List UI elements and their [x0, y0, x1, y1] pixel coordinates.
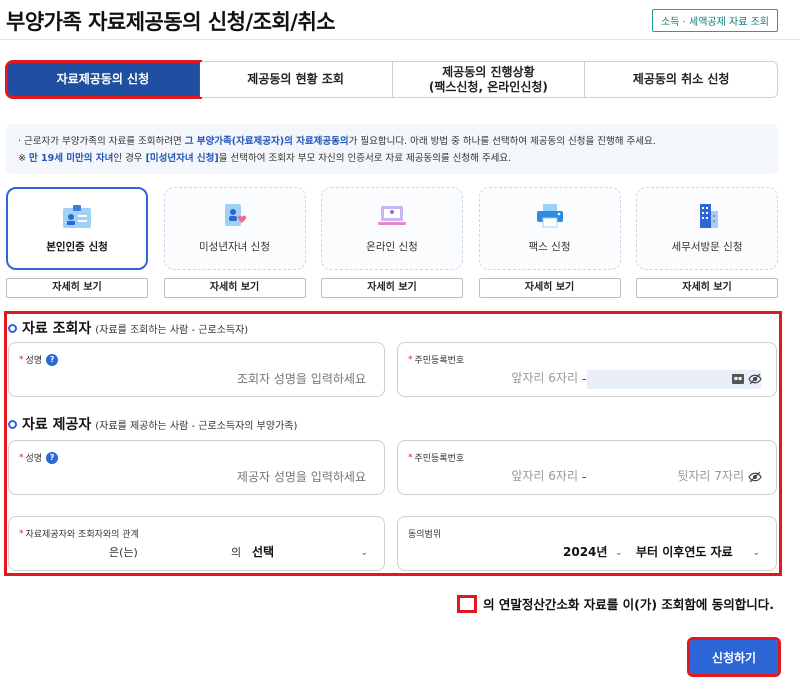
- detail-button[interactable]: 자세히 보기: [636, 278, 778, 298]
- detail-button[interactable]: 자세히 보기: [163, 278, 306, 298]
- title-divider: [0, 39, 800, 40]
- method-card[interactable]: 미성년자녀 신청: [163, 187, 306, 270]
- method-label: 온라인 신청: [366, 241, 418, 253]
- provider-name-input[interactable]: [146, 470, 366, 484]
- method-card[interactable]: 세무서방문 신청: [636, 187, 778, 270]
- method-label: 세무서방문 신청: [671, 241, 743, 253]
- field-label: 주민등록번호: [414, 454, 465, 464]
- tab-label-sub: (팩스신청, 온라인신청): [428, 79, 548, 94]
- relation-field: * 자료제공자와 조회자와의 관계 은(는) 의 선택 ⌄: [8, 516, 385, 571]
- detail-button[interactable]: 자세히 보기: [6, 278, 148, 298]
- notice-line-2: ※ 만 19세 미만의 자녀인 경우 [미성년자녀 신청]을 선택하여 조회자 …: [18, 153, 512, 164]
- child-heart-icon: [220, 203, 250, 229]
- inquirer-name-field: * 성명?: [8, 342, 385, 397]
- method-list: 본인인증 신청 자세히 보기 미성년자녀 신청 자세히 보기 온라인 신청 자세…: [6, 187, 778, 298]
- relation-select[interactable]: 선택: [252, 543, 274, 560]
- eye-off-icon[interactable]: [748, 373, 762, 385]
- ssn-dash: -: [582, 372, 587, 386]
- scope-field: 동의범위 2024년 ⌄ 부터 이후연도 자료 ⌄: [397, 516, 777, 571]
- chevron-down-icon: ⌄: [615, 548, 623, 558]
- building-icon: [692, 203, 722, 229]
- ssn-dash: -: [582, 470, 587, 484]
- tab-label: 제공동의 취소 신청: [632, 72, 730, 86]
- tab-consent-status[interactable]: 제공동의 현황 조회: [199, 62, 393, 97]
- provider-name-field: * 성명?: [8, 440, 385, 495]
- provider-section-title: 자료 제공자 (자료를 제공하는 사람 - 근로소득자의 부양가족): [8, 414, 297, 434]
- page-title: 부양가족 자료제공동의 신청/조회/취소: [6, 10, 336, 34]
- relation-suffix-2: 의: [231, 546, 242, 559]
- inquirer-section-title: 자료 조회자 (자료를 조회하는 사람 - 근로소득자): [8, 318, 248, 338]
- help-icon[interactable]: ?: [46, 451, 59, 464]
- chevron-down-icon: ⌄: [752, 548, 760, 558]
- tab-consent-cancel[interactable]: 제공동의 취소 신청: [585, 62, 777, 97]
- method-label: 팩스 신청: [528, 241, 571, 253]
- eye-off-icon[interactable]: [748, 471, 762, 483]
- bullet-icon: [8, 323, 17, 333]
- chevron-down-icon: ⌄: [360, 548, 368, 558]
- notice-box: · 근로자가 부양가족의 자료를 조회하려면 그 부양가족(자료제공자)의 자료…: [6, 124, 778, 174]
- detail-button[interactable]: 자세히 보기: [321, 278, 463, 298]
- field-label: 자료제공자와 조회자와의 관계: [25, 530, 139, 540]
- provider-ssn-field: * 주민등록번호 앞자리 6자리 - 뒷자리 7자리: [397, 440, 777, 495]
- method-fax: 팩스 신청 자세히 보기: [478, 187, 621, 298]
- inquirer-name-input[interactable]: [146, 372, 366, 386]
- agreement-row: 의 연말정산간소화 자료를 이(가) 조회함에 동의합니다.: [457, 594, 774, 613]
- method-tax-office: 세무서방문 신청 자세히 보기: [636, 187, 778, 298]
- method-online: 온라인 신청 자세히 보기: [321, 187, 463, 298]
- ssn-front-input[interactable]: 앞자리 6자리: [503, 369, 578, 386]
- income-deduction-link[interactable]: 소득 · 세액공제 자료 조회: [652, 9, 778, 32]
- ssn-front-input[interactable]: 앞자리 6자리: [503, 467, 578, 484]
- inquirer-ssn-field: * 주민등록번호 앞자리 6자리 - ▪▪: [397, 342, 777, 397]
- tab-label: 제공동의 현황 조회: [247, 72, 344, 86]
- printer-icon: [535, 203, 565, 229]
- agreement-checkbox[interactable]: [457, 594, 478, 613]
- method-label: 본인인증 신청: [46, 241, 108, 253]
- method-minor-child: 미성년자녀 신청 자세히 보기: [163, 187, 306, 298]
- field-label: 성명: [25, 356, 43, 366]
- tab-consent-progress[interactable]: 제공동의 진행상황 (팩스신청, 온라인신청): [392, 62, 586, 97]
- detail-button[interactable]: 자세히 보기: [478, 278, 621, 298]
- agreement-text: 의 연말정산간소화 자료를 이(가) 조회함에 동의합니다.: [483, 597, 774, 612]
- field-label: 성명: [25, 454, 43, 464]
- keyboard-icon[interactable]: ▪▪: [732, 374, 744, 384]
- bullet-icon: [8, 419, 17, 429]
- notice-line-1: · 근로자가 부양가족의 자료를 조회하려면 그 부양가족(자료제공자)의 자료…: [18, 136, 656, 147]
- ssn-back-input[interactable]: 뒷자리 7자리: [677, 467, 744, 484]
- help-icon[interactable]: ?: [46, 353, 59, 366]
- field-label: 동의범위: [408, 530, 442, 540]
- method-self-auth: 본인인증 신청 자세히 보기: [6, 187, 148, 298]
- tab-consent-apply[interactable]: 자료제공동의 신청: [5, 60, 202, 99]
- relation-suffix-1: 은(는): [109, 546, 138, 559]
- tab-label: 제공동의 진행상황: [442, 64, 535, 79]
- method-card[interactable]: 본인인증 신청: [6, 187, 148, 270]
- id-card-icon: [62, 203, 92, 229]
- laptop-icon: [377, 203, 407, 229]
- tab-label: 자료제공동의 신청: [56, 72, 150, 86]
- scope-year-select[interactable]: 2024년: [563, 543, 607, 560]
- submit-button[interactable]: 신청하기: [687, 637, 781, 677]
- method-card[interactable]: 팩스 신청: [478, 187, 621, 270]
- method-label: 미성년자녀 신청: [199, 241, 270, 253]
- method-card[interactable]: 온라인 신청: [321, 187, 463, 270]
- scope-range-select[interactable]: 부터 이후연도 자료: [636, 543, 733, 560]
- field-label: 주민등록번호: [414, 356, 465, 366]
- tab-bar: 자료제공동의 신청 제공동의 현황 조회 제공동의 진행상황 (팩스신청, 온라인…: [5, 60, 778, 99]
